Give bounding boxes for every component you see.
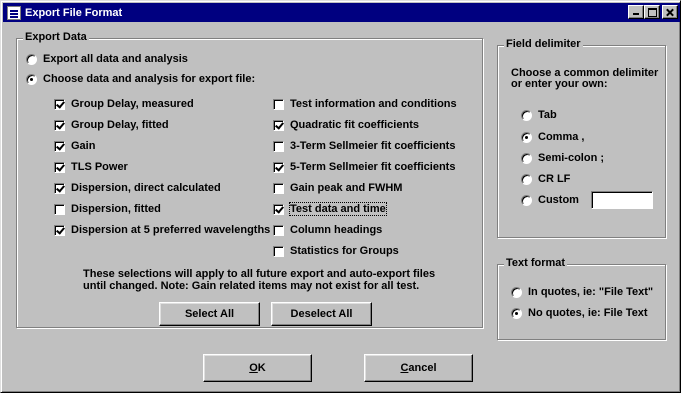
field-delimiter-group-title: Field delimiter: [504, 38, 583, 50]
checkbox-indicator[interactable]: [54, 119, 65, 131]
checkbox-label: Dispersion at 5 preferred wavelengths: [71, 224, 271, 236]
window-title: Export File Format: [25, 6, 123, 19]
custom-delimiter-input[interactable]: [591, 191, 653, 209]
radio-export-all-indicator[interactable]: [26, 53, 37, 65]
delimiter-note-line2: or enter your own:: [511, 78, 608, 90]
cancel-button[interactable]: Cancel: [364, 354, 473, 382]
radio-indicator[interactable]: [521, 173, 532, 185]
radio-indicator[interactable]: [511, 307, 522, 319]
checkbox-gain-peak-fwhm[interactable]: Gain peak and FWHM: [273, 182, 402, 194]
radio-delimiter-custom[interactable]: Custom: [521, 194, 579, 206]
checkbox-label: Dispersion, direct calculated: [71, 182, 221, 194]
checkbox-label: Statistics for Groups: [290, 245, 399, 257]
radio-choose-data-label: Choose data and analysis for export file…: [43, 73, 256, 85]
checkbox-3-term-sellmeier[interactable]: 3-Term Sellmeier fit coefficients: [273, 140, 455, 152]
checkbox-gain[interactable]: Gain: [54, 140, 95, 152]
minimize-icon[interactable]: [628, 5, 644, 19]
checkbox-dispersion-direct[interactable]: Dispersion, direct calculated: [54, 182, 221, 194]
cancel-button-accelerator: C: [400, 362, 409, 374]
radio-export-all[interactable]: Export all data and analysis: [26, 53, 188, 65]
checkbox-5-term-sellmeier[interactable]: 5-Term Sellmeier fit coefficients: [273, 161, 455, 173]
radio-delimiter-comma[interactable]: Comma ,: [521, 131, 584, 143]
checkbox-statistics-groups[interactable]: Statistics for Groups: [273, 245, 399, 257]
checkbox-indicator[interactable]: [54, 203, 65, 215]
checkbox-indicator[interactable]: [54, 140, 65, 152]
radio-choose-data-indicator[interactable]: [26, 73, 37, 85]
ok-button[interactable]: OK: [203, 354, 312, 382]
export-file-format-dialog: Export File Format Export Data Export al…: [0, 0, 681, 393]
checkbox-indicator[interactable]: [273, 245, 284, 257]
checkbox-dispersion-5-wavelengths[interactable]: Dispersion at 5 preferred wavelengths: [54, 224, 270, 236]
checkbox-indicator[interactable]: [273, 182, 284, 194]
radio-label: No quotes, ie: File Text: [528, 307, 648, 319]
checkbox-column-headings[interactable]: Column headings: [273, 224, 382, 236]
checkbox-label: Gain peak and FWHM: [290, 182, 403, 194]
checkbox-label: 5-Term Sellmeier fit coefficients: [290, 161, 456, 173]
radio-label: Semi-colon ;: [538, 152, 605, 164]
maximize-icon[interactable]: [644, 5, 660, 19]
ok-button-accelerator: O: [249, 362, 258, 374]
selection-note-line2: until changed. Note: Gain related items …: [83, 280, 420, 292]
text-format-group-title: Text format: [504, 257, 568, 269]
radio-label: In quotes, ie: "File Text": [528, 286, 654, 298]
checkbox-quadratic-fit[interactable]: Quadratic fit coefficients: [273, 119, 419, 131]
radio-indicator[interactable]: [521, 152, 532, 164]
radio-delimiter-crlf[interactable]: CR LF: [521, 173, 570, 185]
checkbox-label: Gain: [71, 140, 96, 152]
export-data-group-title: Export Data: [23, 31, 89, 43]
checkbox-test-information[interactable]: Test information and conditions: [273, 98, 457, 110]
checkbox-label: Group Delay, measured: [71, 98, 194, 110]
radio-indicator[interactable]: [521, 194, 532, 206]
checkbox-label: Test data and time: [289, 202, 387, 216]
checkbox-label: Quadratic fit coefficients: [290, 119, 419, 131]
radio-indicator[interactable]: [511, 286, 522, 298]
deselect-all-button[interactable]: Deselect All: [271, 302, 372, 326]
selection-note-line1: These selections will apply to all futur…: [83, 268, 436, 280]
close-icon[interactable]: [662, 5, 678, 19]
checkbox-test-data-time[interactable]: Test data and time: [273, 202, 387, 216]
select-all-button[interactable]: Select All: [159, 302, 260, 326]
app-icon[interactable]: [7, 5, 21, 20]
checkbox-label: Test information and conditions: [290, 98, 457, 110]
checkbox-group-delay-measured[interactable]: Group Delay, measured: [54, 98, 194, 110]
checkbox-dispersion-fitted[interactable]: Dispersion, fitted: [54, 203, 161, 215]
checkbox-label: Column headings: [290, 224, 383, 236]
checkbox-label: Group Delay, fitted: [71, 119, 169, 131]
checkbox-indicator[interactable]: [273, 203, 284, 215]
radio-export-all-label: Export all data and analysis: [43, 53, 188, 65]
text-format-group: Text format: [497, 257, 666, 340]
checkbox-indicator[interactable]: [54, 161, 65, 173]
title-bar[interactable]: Export File Format: [3, 3, 680, 22]
checkbox-label: Dispersion, fitted: [71, 203, 161, 215]
checkbox-indicator[interactable]: [54, 182, 65, 194]
cancel-button-label: ancel: [408, 362, 437, 374]
checkbox-indicator[interactable]: [273, 161, 284, 173]
checkbox-tls-power[interactable]: TLS Power: [54, 161, 128, 173]
ok-button-label: K: [257, 362, 266, 374]
checkbox-indicator[interactable]: [273, 98, 284, 110]
radio-label: Comma ,: [538, 131, 585, 143]
radio-label: Tab: [538, 109, 557, 121]
checkbox-indicator[interactable]: [273, 224, 284, 236]
checkbox-label: TLS Power: [71, 161, 128, 173]
radio-delimiter-tab[interactable]: Tab: [521, 109, 557, 121]
radio-label: CR LF: [538, 173, 571, 185]
radio-indicator[interactable]: [521, 109, 532, 121]
radio-delimiter-semicolon[interactable]: Semi-colon ;: [521, 152, 604, 164]
checkbox-indicator[interactable]: [273, 119, 284, 131]
checkbox-label: 3-Term Sellmeier fit coefficients: [290, 140, 456, 152]
checkbox-indicator[interactable]: [54, 98, 65, 110]
radio-label: Custom: [538, 194, 579, 206]
checkbox-group-delay-fitted[interactable]: Group Delay, fitted: [54, 119, 169, 131]
radio-choose-data[interactable]: Choose data and analysis for export file…: [26, 73, 255, 85]
checkbox-indicator[interactable]: [54, 224, 65, 236]
radio-no-quotes[interactable]: No quotes, ie: File Text: [511, 307, 648, 319]
radio-indicator[interactable]: [521, 131, 532, 143]
radio-in-quotes[interactable]: In quotes, ie: "File Text": [511, 286, 653, 298]
checkbox-indicator[interactable]: [273, 140, 284, 152]
